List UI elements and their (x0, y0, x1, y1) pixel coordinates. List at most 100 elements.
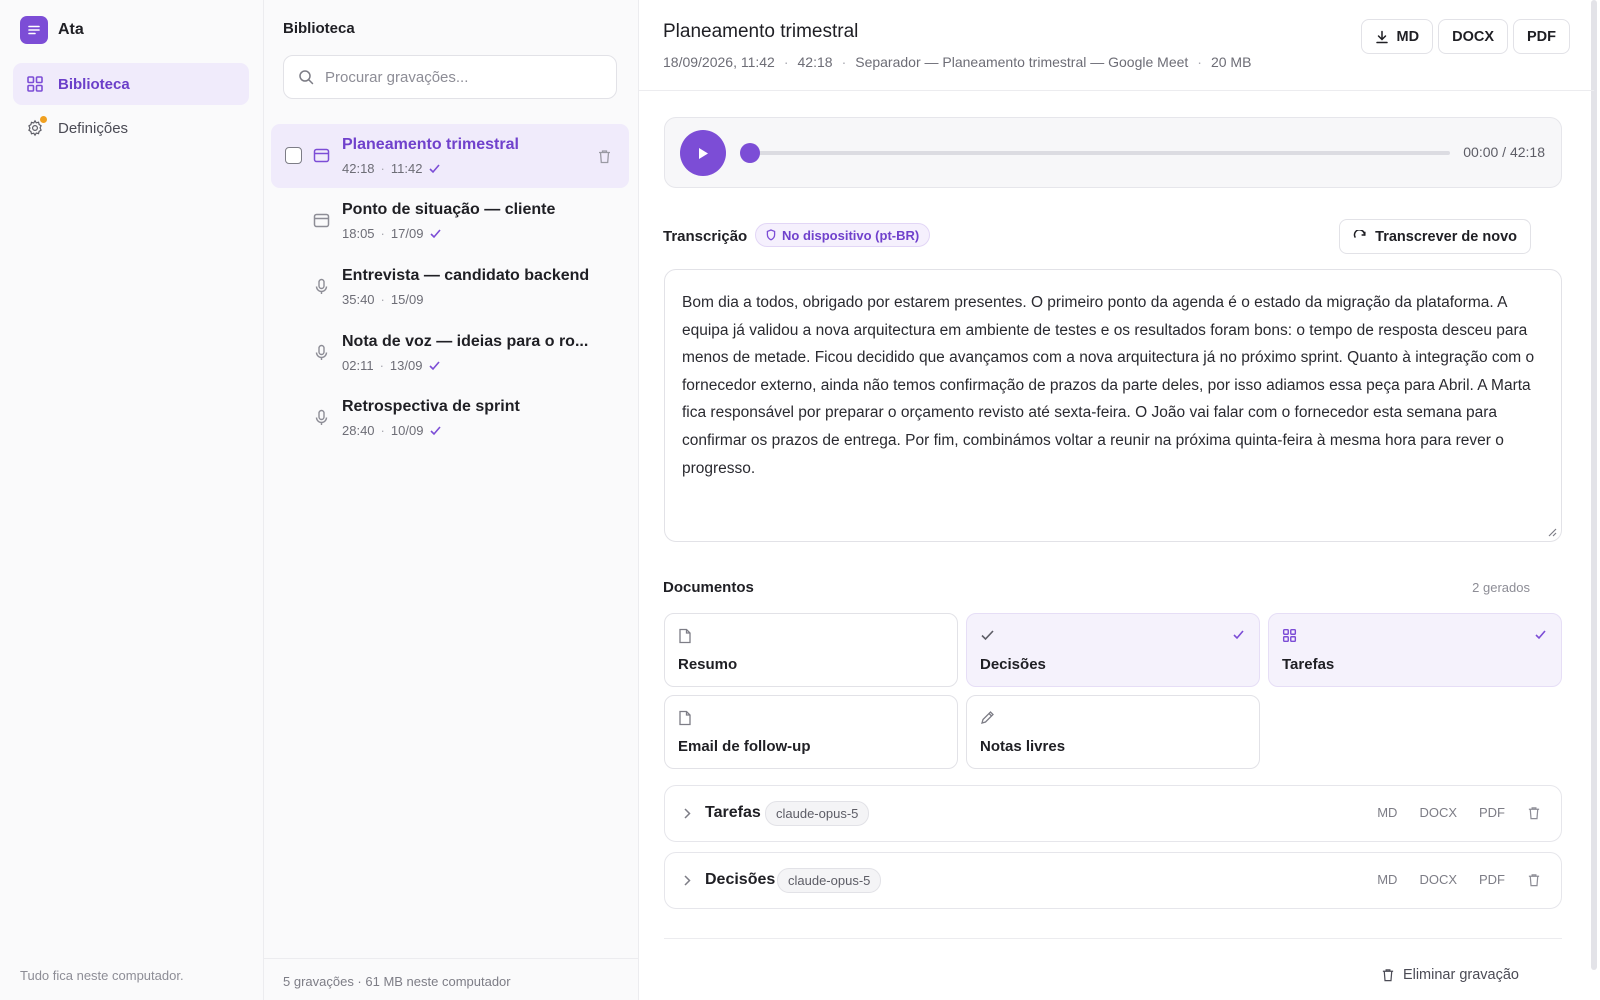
search-icon (298, 69, 314, 85)
gear-icon (26, 116, 47, 137)
export-md-link[interactable]: MD (1377, 872, 1397, 887)
generated-document-actions: MD DOCX PDF (1377, 872, 1541, 887)
check-icon (980, 628, 995, 642)
recording-item[interactable]: Entrevista — candidato backend 35:40 · 1… (271, 255, 629, 319)
document-card-label: Resumo (678, 656, 738, 673)
recording-title: Ponto de situação — cliente (342, 201, 556, 218)
meta-separator: · (380, 161, 385, 176)
recording-item[interactable]: Retrospectiva de sprint 28:40 · 10/09 (271, 386, 629, 450)
refresh-icon (1353, 229, 1367, 244)
notification-dot (40, 116, 47, 123)
retranscribe-button[interactable]: Transcrever de novo (1339, 219, 1531, 254)
document-card-tasks[interactable]: Tarefas (1268, 613, 1562, 687)
seek-track[interactable] (750, 151, 1450, 155)
microphone-icon (313, 278, 330, 295)
meta-separator: · (379, 358, 384, 373)
recording-date: 11:42 (390, 161, 423, 176)
generated-document-title: Decisões (705, 871, 776, 888)
sidebar-item-library[interactable]: Biblioteca (13, 63, 249, 105)
document-card-label: Email de follow-up (678, 738, 811, 755)
document-card-follow-up-email[interactable]: Email de follow-up (664, 695, 958, 769)
recording-title: Nota de voz — ideias para o ro... (342, 333, 589, 350)
meta-separator: · (1197, 54, 1202, 70)
export-md-label: MD (1396, 28, 1420, 45)
recording-date: 10/09 (390, 423, 424, 438)
privacy-note: Tudo fica neste computador. (20, 968, 184, 983)
meta-separator: · (380, 226, 385, 241)
trash-icon[interactable] (1527, 806, 1541, 820)
delete-recording-button[interactable]: Eliminar gravação (1381, 967, 1519, 983)
recording-duration: 42:18 (342, 161, 375, 176)
model-badge: claude-opus-5 (777, 868, 882, 893)
transcript-text: Bom dia a todos, obrigado por estarem pr… (682, 294, 1535, 477)
meta-duration: 42:18 (797, 54, 833, 70)
page-title: Planeamento trimestral (663, 21, 859, 42)
audio-player: 00:00 / 42:18 (664, 117, 1562, 188)
microphone-icon (313, 409, 330, 426)
library-panel: Biblioteca Planeamento trimestral 42:18 … (264, 0, 639, 1000)
recording-item[interactable]: Planeamento trimestral 42:18 · 11:42 (271, 124, 629, 188)
recording-meta-line: 18/09/2026, 11:42 · 42:18 · Separador — … (663, 54, 1251, 70)
recording-checkbox[interactable] (285, 147, 302, 164)
recording-duration: 28:40 (342, 423, 375, 438)
check-icon (428, 359, 441, 372)
on-device-label: No dispositivo (pt-BR) (782, 227, 920, 243)
trash-icon[interactable] (1527, 873, 1541, 887)
chevron-right-icon[interactable] (682, 874, 692, 887)
export-toolbar: MD DOCX PDF (1360, 19, 1570, 54)
transcript-textarea[interactable]: Bom dia a todos, obrigado por estarem pr… (664, 269, 1562, 542)
export-pdf-link[interactable]: PDF (1479, 805, 1505, 820)
export-docx-link[interactable]: DOCX (1419, 872, 1457, 887)
grid-icon (1282, 628, 1297, 643)
recording-detail: Planeamento trimestral 18/09/2026, 11:42… (639, 0, 1600, 1000)
grid-icon (26, 75, 44, 93)
brand: Ata (20, 16, 84, 44)
recording-item[interactable]: Ponto de situação — cliente 18:05 · 17/0… (271, 189, 629, 253)
meta-separator: · (783, 54, 789, 70)
recording-meta: 28:40 · 10/09 (342, 423, 442, 438)
trash-icon[interactable] (597, 149, 612, 164)
recording-date: 15/09 (390, 292, 424, 307)
recording-meta: 02:11 · 13/09 (342, 358, 441, 373)
play-icon (697, 147, 709, 160)
export-md-link[interactable]: MD (1377, 805, 1397, 820)
chevron-right-icon[interactable] (682, 807, 692, 820)
recording-item[interactable]: Nota de voz — ideias para o ro... 02:11 … (271, 321, 629, 385)
document-card-summary[interactable]: Resumo (664, 613, 958, 687)
export-pdf-button[interactable]: PDF (1513, 19, 1570, 54)
generated-document-title: Tarefas (705, 804, 761, 821)
documents-count: 2 gerados (1472, 580, 1530, 595)
generated-document-decisions: Decisões claude-opus-5 MD DOCX PDF (664, 852, 1562, 909)
resize-handle-icon[interactable] (1546, 526, 1557, 537)
meta-source: Separador — Planeamento trimestral — Goo… (855, 54, 1189, 70)
recording-title: Retrospectiva de sprint (342, 398, 520, 415)
library-footer: 5 gravações · 61 MB neste computador (264, 958, 638, 1000)
document-card-free-notes[interactable]: Notas livres (966, 695, 1260, 769)
window-icon (313, 212, 330, 229)
window-icon (313, 147, 330, 164)
recording-meta: 18:05 · 17/09 (342, 226, 442, 241)
check-icon (429, 227, 442, 240)
play-button[interactable] (680, 130, 726, 176)
recording-meta: 42:18 · 11:42 (342, 161, 441, 176)
sidebar-item-settings[interactable]: Definições (13, 107, 249, 149)
meta-datetime: 18/09/2026, 11:42 (663, 54, 775, 70)
export-pdf-link[interactable]: PDF (1479, 872, 1505, 887)
export-docx-link[interactable]: DOCX (1419, 805, 1457, 820)
transcript-heading: Transcrição (663, 228, 748, 245)
documents-heading: Documentos (663, 579, 754, 596)
meta-separator: · (841, 54, 847, 70)
export-docx-button[interactable]: DOCX (1438, 19, 1508, 54)
trash-icon (1381, 968, 1395, 982)
recording-title: Entrevista — candidato backend (342, 267, 590, 284)
generated-document-actions: MD DOCX PDF (1377, 805, 1541, 820)
search-input[interactable] (325, 68, 616, 86)
app-name: Ata (58, 21, 84, 38)
footer-divider (664, 938, 1562, 939)
delete-recording-label: Eliminar gravação (1402, 967, 1519, 983)
scrollbar[interactable] (1591, 0, 1597, 970)
check-icon (428, 162, 441, 175)
seek-handle[interactable] (740, 143, 760, 163)
document-card-decisions[interactable]: Decisões (966, 613, 1260, 687)
export-md-button[interactable]: MD (1360, 19, 1434, 54)
